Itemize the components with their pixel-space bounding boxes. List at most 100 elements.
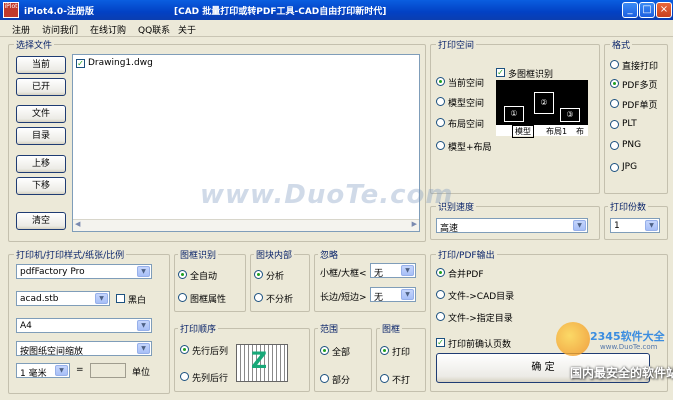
maximize-button[interactable]: □: [639, 2, 655, 18]
radio-range-part[interactable]: [320, 374, 329, 383]
current-button[interactable]: 当前: [16, 56, 66, 74]
radio-jpg[interactable]: [610, 163, 619, 172]
radio-row-first[interactable]: [180, 345, 189, 354]
move-up-button[interactable]: 上移: [16, 155, 66, 173]
frame-preview: ① ② ③ 模型 布局1 布: [496, 80, 588, 138]
radio-direct-print[interactable]: [610, 60, 619, 69]
black-white-checkbox[interactable]: [116, 294, 125, 303]
confirm-pages-checkbox[interactable]: ✓: [436, 338, 445, 347]
paper-select[interactable]: A4 ▼: [16, 318, 152, 333]
small-large-value: 无: [374, 269, 384, 279]
menu-visit-us[interactable]: 访问我们: [42, 23, 78, 36]
title-bar[interactable]: iPlot iPlot4.0-注册版 [CAD 批量打印或转PDF工具-CAD自…: [0, 0, 673, 20]
chevron-down-icon[interactable]: ▼: [573, 220, 586, 231]
png-label: PNG: [622, 140, 642, 150]
preview-frame-2: ②: [534, 92, 554, 114]
radio-analyze[interactable]: [254, 270, 263, 279]
radio-model-space[interactable]: [436, 97, 445, 106]
chevron-down-icon[interactable]: ▼: [137, 320, 150, 331]
select-files-label: 选择文件: [14, 38, 55, 51]
app-icon: iPlot: [3, 2, 19, 18]
z-order-icon: Z: [251, 349, 267, 374]
radio-merge-pdf[interactable]: [436, 268, 445, 277]
printer-select[interactable]: pdfFactory Pro ▼: [16, 264, 152, 279]
multi-frame-checkbox[interactable]: ✓: [496, 68, 505, 77]
scroll-right-icon[interactable]: ▶: [412, 220, 417, 228]
preview-tab-layout1: 布局1: [546, 127, 568, 136]
plot-style-select[interactable]: acad.stb ▼: [16, 291, 110, 306]
clear-button[interactable]: 清空: [16, 212, 66, 230]
opened-button[interactable]: 已开: [16, 78, 66, 96]
watermark-slogan: 国内最安全的软件站: [570, 366, 673, 380]
close-button[interactable]: ×: [656, 2, 672, 18]
current-space-label: 当前空间: [448, 79, 485, 89]
copies-select[interactable]: 1 ▼: [610, 218, 660, 233]
radio-no-analyze[interactable]: [254, 293, 263, 302]
speed-select[interactable]: 高速 ▼: [436, 218, 588, 234]
radio-column-first[interactable]: [180, 372, 189, 381]
plot-style-value: acad.stb: [20, 294, 59, 304]
small-large-select[interactable]: 无 ▼: [370, 263, 416, 279]
radio-frame-print[interactable]: [380, 346, 389, 355]
menu-register[interactable]: 注册: [12, 23, 30, 36]
minimize-button[interactable]: _: [622, 2, 638, 18]
equals-sign: =: [76, 365, 84, 375]
frame-label: 图框: [380, 322, 403, 335]
pdf-single-label: PDF单页: [622, 101, 658, 111]
chevron-down-icon[interactable]: ▼: [645, 220, 658, 231]
radio-range-all[interactable]: [320, 346, 329, 355]
radio-frame-attribute[interactable]: [178, 293, 187, 302]
range-all-label: 全部: [332, 348, 351, 358]
radio-png[interactable]: [610, 141, 619, 150]
chevron-down-icon[interactable]: ▼: [401, 265, 414, 276]
preview-frame-3: ③: [560, 108, 580, 122]
copies-value: 1: [614, 221, 620, 231]
radio-full-auto[interactable]: [178, 270, 187, 279]
print-space-label: 打印空间: [436, 38, 477, 51]
file-cad-dir-label: 文件->CAD目录: [448, 292, 515, 302]
block-inner-label: 图块内部: [254, 248, 295, 261]
long-short-select[interactable]: 无 ▼: [370, 287, 416, 303]
file-item-checkbox[interactable]: ✓: [76, 59, 85, 68]
file-button[interactable]: 文件: [16, 105, 66, 123]
radio-frame-skip[interactable]: [380, 374, 389, 383]
chevron-down-icon[interactable]: ▼: [401, 289, 414, 300]
menu-about[interactable]: 关于: [178, 23, 196, 36]
file-item[interactable]: Drawing1.dwg: [88, 58, 153, 68]
radio-plt[interactable]: [610, 120, 619, 129]
scroll-left-icon[interactable]: ◀: [75, 220, 80, 228]
radio-pdf-multi[interactable]: [610, 79, 619, 88]
pdf-output-label: 打印/PDF输出: [436, 248, 497, 261]
chevron-down-icon[interactable]: ▼: [95, 293, 108, 304]
black-white-label: 黑白: [128, 296, 147, 306]
unit-select[interactable]: 1 毫米 ▼: [16, 363, 70, 379]
menu-order-online[interactable]: 在线订购: [90, 23, 126, 36]
radio-pdf-single[interactable]: [610, 99, 619, 108]
chevron-down-icon[interactable]: ▼: [137, 266, 150, 277]
print-order-diagram: Z: [236, 344, 288, 382]
column-first-label: 先列后行: [192, 374, 229, 384]
file-custom-dir-label: 文件->指定目录: [448, 314, 513, 324]
horizontal-scrollbar[interactable]: ◀ ▶: [73, 219, 419, 231]
paper-value: A4: [20, 321, 32, 331]
directory-button[interactable]: 目录: [16, 127, 66, 145]
radio-file-cad-dir[interactable]: [436, 290, 445, 299]
menu-qq-contact[interactable]: QQ联系: [138, 23, 170, 36]
move-down-button[interactable]: 下移: [16, 177, 66, 195]
preview-frame-1: ①: [504, 106, 524, 122]
radio-file-custom-dir[interactable]: [436, 312, 445, 321]
duote-watermark: www.DuoTe.com: [200, 180, 454, 210]
frame-recognition-label: 图框识别: [178, 248, 219, 261]
radio-current-space[interactable]: [436, 77, 445, 86]
layout-space-label: 布局空间: [448, 120, 485, 130]
radio-model-plus-layout[interactable]: [436, 141, 445, 150]
chevron-down-icon[interactable]: ▼: [55, 365, 68, 376]
format-label: 格式: [610, 38, 633, 51]
chevron-down-icon[interactable]: ▼: [137, 343, 150, 354]
jpg-label: JPG: [622, 162, 638, 172]
unit-input[interactable]: [90, 363, 126, 378]
long-short-value: 无: [374, 293, 384, 303]
preview-tab-layout: 布: [576, 127, 584, 136]
scale-select[interactable]: 按图纸空间缩放 ▼: [16, 341, 152, 357]
radio-layout-space[interactable]: [436, 118, 445, 127]
